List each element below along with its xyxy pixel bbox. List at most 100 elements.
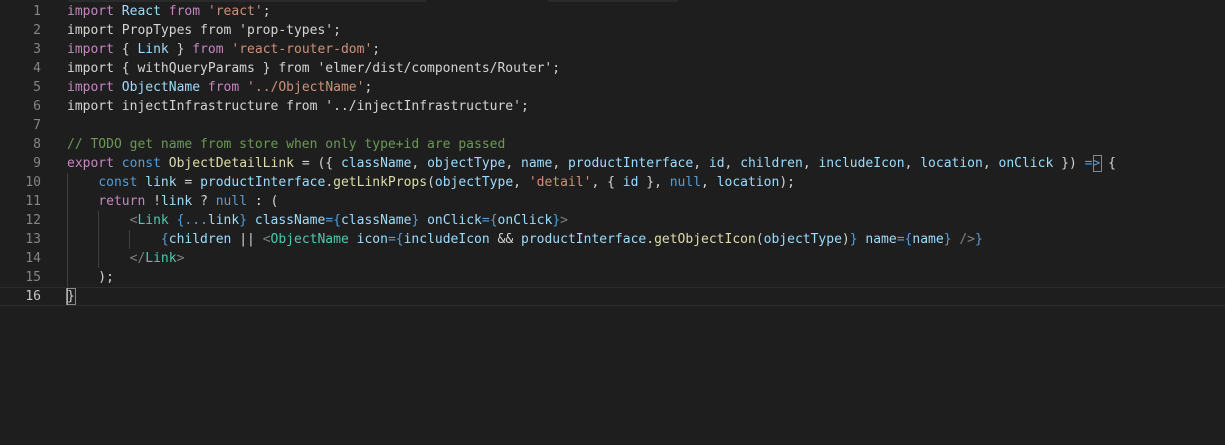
code-token: ={ <box>481 213 498 228</box>
code-line[interactable]: 14 </Link> <box>0 249 1225 268</box>
code-token: , <box>982 156 999 171</box>
code-token: null <box>669 175 702 190</box>
code-token: ={ <box>387 232 404 247</box>
code-token: productInterface <box>567 156 694 171</box>
code-token: getObjectIcon <box>654 232 756 247</box>
code-token: onClick <box>998 156 1054 171</box>
code-token: ( <box>427 175 435 190</box>
code-line[interactable]: 8 // TODO get name from store when only t… <box>0 135 1225 154</box>
code-line[interactable]: 12 <Link {...link} className={className}… <box>0 211 1225 230</box>
code-token: , <box>513 175 529 190</box>
code-token: ) <box>841 232 850 247</box>
line-number: 9 <box>33 156 41 171</box>
code-token: objectType <box>434 175 514 190</box>
line-number: 16 <box>25 289 41 304</box>
code-line[interactable]: 13 {children || <ObjectName icon={includ… <box>0 230 1225 249</box>
code-text: <Link {...link} className={className} on… <box>67 211 568 230</box>
code-token: onClick <box>427 213 482 228</box>
code-text: const link = productInterface.getLinkPro… <box>67 173 795 192</box>
code-token: }, <box>638 175 670 190</box>
code-token: onClick <box>497 213 553 228</box>
code-line[interactable]: 7 <box>0 116 1225 135</box>
code-token: name <box>912 232 944 247</box>
code-token: , <box>693 156 709 171</box>
line-number: 6 <box>33 99 41 114</box>
code-token: location <box>716 175 780 190</box>
code-line[interactable]: 6 import injectInfrastructure from '../in… <box>0 97 1225 116</box>
code-text: // TODO get name from store when only ty… <box>67 135 505 154</box>
code-token: ? <box>192 194 216 209</box>
code-token: ObjectName <box>270 232 349 247</box>
line-number: 2 <box>33 23 41 38</box>
code-token: import { withQueryParams } from 'elmer/d… <box>67 61 561 76</box>
code-token: import <box>67 4 114 19</box>
code-token: return <box>98 194 146 209</box>
code-line[interactable]: 1 import React from 'react'; <box>0 2 1225 21</box>
line-number: 15 <box>25 270 41 285</box>
code-token: id <box>708 156 725 171</box>
indent-guide <box>67 173 68 287</box>
code-token: , <box>701 175 717 190</box>
code-token: } <box>239 213 255 228</box>
line-number: 8 <box>33 137 41 152</box>
code-line[interactable]: 16} <box>0 287 1225 306</box>
code-token: , <box>411 156 428 171</box>
code-token: link <box>160 194 193 209</box>
code-token: { <box>113 42 138 57</box>
code-token: : ( <box>247 194 279 209</box>
code-token: from <box>168 4 201 19</box>
code-text: import ObjectName from '../ObjectName'; <box>67 78 372 97</box>
code-token: Link <box>145 251 177 266</box>
code-text: import PropTypes from 'prop-types'; <box>67 21 341 40</box>
code-line[interactable]: 4 import { withQueryParams } from 'elmer/… <box>0 59 1225 78</box>
code-editor[interactable]: 1 import React from 'react'; 2 import PropT… <box>0 0 1225 445</box>
code-token: // TODO get name from store when only ty… <box>67 137 506 152</box>
code-token: ; <box>372 42 381 57</box>
code-token: getLinkProps <box>333 175 428 190</box>
code-text: return !link ? null : ( <box>67 192 278 211</box>
code-token: ! <box>145 194 161 209</box>
line-number: 1 <box>33 4 41 19</box>
code-token: ; <box>364 80 373 95</box>
code-token: = <box>176 175 201 190</box>
code-token: , <box>724 156 741 171</box>
code-line[interactable]: 2 import PropTypes from 'prop-types'; <box>0 21 1225 40</box>
bracket-match-highlight <box>1092 155 1103 172</box>
code-token: && <box>489 232 521 247</box>
code-token: ObjectName <box>121 80 201 95</box>
code-token: from <box>207 80 240 95</box>
code-token: > <box>560 213 568 228</box>
code-token: }) <box>1053 156 1085 171</box>
code-token: Link <box>137 42 169 57</box>
code-token: , <box>802 156 819 171</box>
code-text: import injectInfrastructure from '../inj… <box>67 97 529 116</box>
code-token: includeIcon <box>403 232 490 247</box>
code-token: , <box>904 156 921 171</box>
code-token: name <box>521 156 553 171</box>
code-token: '../ObjectName' <box>247 80 365 95</box>
line-number: 5 <box>33 80 41 95</box>
code-line[interactable]: 11 return !link ? null : ( <box>0 192 1225 211</box>
line-number: 3 <box>33 42 41 57</box>
code-token: import <box>67 80 114 95</box>
code-line[interactable]: 10 const link = productInterface.getLink… <box>0 173 1225 192</box>
code-token: objectType <box>427 156 506 171</box>
code-line[interactable]: 15 ); <box>0 268 1225 287</box>
code-line[interactable]: 9 export const ObjectDetailLink = ({ clas… <box>0 154 1225 173</box>
code-token: children <box>168 232 232 247</box>
code-line[interactable]: 5 import ObjectName from '../ObjectName'; <box>0 78 1225 97</box>
code-token: name <box>865 232 897 247</box>
code-text: export const ObjectDetailLink = ({ class… <box>67 154 1116 173</box>
code-line[interactable]: 3 import { Link } from 'react-router-dom'… <box>0 40 1225 59</box>
code-token: {... <box>168 213 208 228</box>
code-token: null <box>215 194 248 209</box>
code-token: { <box>160 232 169 247</box>
code-token: /> <box>959 232 975 247</box>
code-token: location <box>920 156 983 171</box>
